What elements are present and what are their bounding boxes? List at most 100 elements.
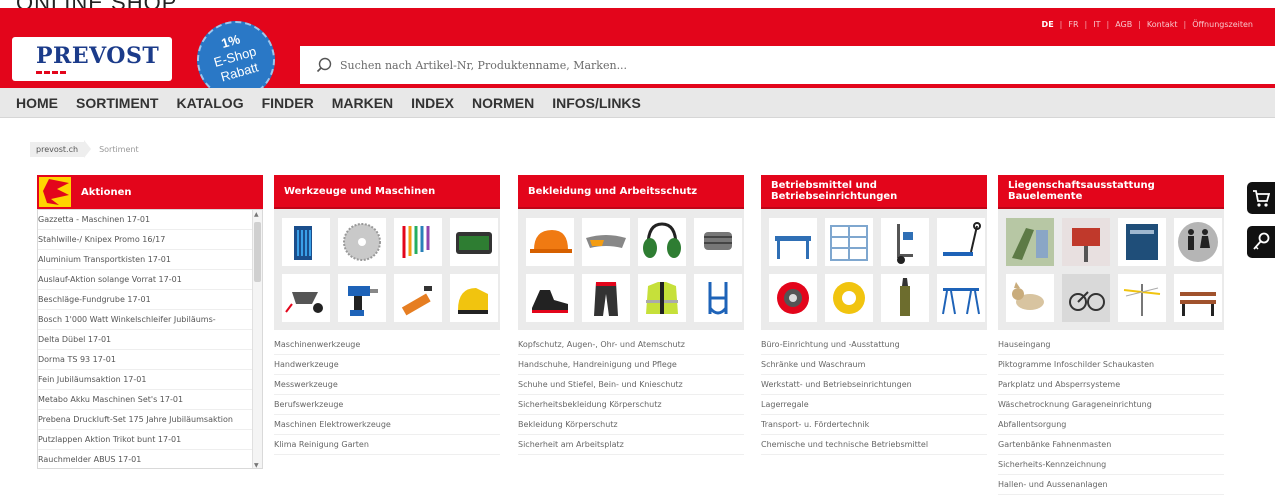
cart-button[interactable]	[1247, 182, 1275, 214]
category-link[interactable]: Klima Reinigung Garten	[274, 435, 500, 455]
category-link[interactable]: Messwerkzeuge	[274, 375, 500, 395]
work-trousers-icon[interactable]	[582, 274, 630, 322]
floor-scrubber-icon[interactable]	[450, 274, 498, 322]
restroom-sign-icon[interactable]	[1174, 218, 1222, 266]
category-link[interactable]: Kopfschutz, Augen-, Ohr- und Atemschutz	[518, 335, 744, 355]
nav-home[interactable]: HOME	[16, 95, 58, 111]
category-title[interactable]: Liegenschaftsausstattung Bauelemente	[998, 175, 1224, 209]
aktionen-item[interactable]: Delta Dübel 17-01	[38, 330, 253, 350]
category-link[interactable]: Chemische und technische Betriebsmittel	[761, 435, 987, 455]
workbench-icon[interactable]	[769, 218, 817, 266]
aktionen-item[interactable]: Auslauf-Aktion solange Vorrat 17-01	[38, 270, 253, 290]
aktionen-item[interactable]: Metabo Akku Maschinen Set's 17-01	[38, 390, 253, 410]
aktionen-item[interactable]: Bosch 1'000 Watt Winkelschleifer Jubiläu…	[38, 310, 253, 330]
category-link[interactable]: Abfallentsorgung	[998, 415, 1224, 435]
aktionen-item[interactable]: Fein Jubiläumsaktion 17-01	[38, 370, 253, 390]
category-title[interactable]: Bekleidung und Arbeitsschutz	[518, 175, 744, 209]
lang-fr-link[interactable]: FR	[1068, 20, 1078, 29]
category-link[interactable]: Sicherheitsbekleidung Körperschutz	[518, 395, 744, 415]
nav-sortiment[interactable]: SORTIMENT	[76, 95, 158, 111]
category-link[interactable]: Gartenbänke Fahnenmasten	[998, 435, 1224, 455]
wheelbarrow-icon[interactable]	[282, 274, 330, 322]
category-link[interactable]: Hauseingang	[998, 335, 1224, 355]
cat-icon[interactable]	[1006, 274, 1054, 322]
aktionen-item[interactable]: Rauchmelder ABUS 17-01	[38, 450, 253, 468]
work-gloves-icon[interactable]	[694, 218, 742, 266]
category-link[interactable]: Sicherheit am Arbeitsplatz	[518, 435, 744, 455]
category-link[interactable]: Handwerkzeuge	[274, 355, 500, 375]
category-link[interactable]: Lagerregale	[761, 395, 987, 415]
kontakt-link[interactable]: Kontakt	[1147, 20, 1178, 29]
category-title[interactable]: Betriebsmittel und Betriebseinrichtungen	[761, 175, 987, 209]
safety-glasses-icon[interactable]	[582, 218, 630, 266]
category-link[interactable]: Hallen- und Aussenanlagen	[998, 475, 1224, 495]
shelving-icon[interactable]	[825, 218, 873, 266]
harness-icon[interactable]	[694, 274, 742, 322]
category-link[interactable]: Maschinenwerkzeuge	[274, 335, 500, 355]
drill-bit-set-icon[interactable]	[282, 218, 330, 266]
category-link[interactable]: Sicherheits-Kennzeichnung	[998, 455, 1224, 475]
category-link[interactable]: Piktogramme Infoschilder Schaukasten	[998, 355, 1224, 375]
prevost-logo[interactable]: PREVOST	[12, 37, 172, 81]
agb-link[interactable]: AGB	[1115, 20, 1132, 29]
entrance-icon[interactable]	[1006, 218, 1054, 266]
lang-it-link[interactable]: IT	[1093, 20, 1100, 29]
aktionen-item[interactable]: Putzlappen Aktion Trikot bunt 17-01	[38, 430, 253, 450]
scrollbar-thumb[interactable]	[254, 222, 261, 282]
category-link[interactable]: Maschinen Elektrowerkzeuge	[274, 415, 500, 435]
tape-roll-icon[interactable]	[825, 274, 873, 322]
hi-vis-jacket-icon[interactable]	[638, 274, 686, 322]
category-link[interactable]: Büro-Einrichtung und -Ausstattung	[761, 335, 987, 355]
ear-muffs-icon[interactable]	[638, 218, 686, 266]
nav-marken[interactable]: MARKEN	[332, 95, 393, 111]
category-link[interactable]: Schränke und Waschraum	[761, 355, 987, 375]
safety-shoe-icon[interactable]	[526, 274, 574, 322]
cart-icon	[1253, 190, 1270, 207]
hand-truck-icon[interactable]	[881, 218, 929, 266]
category-link[interactable]: Schuhe und Stiefel, Bein- und Knieschutz	[518, 375, 744, 395]
trestle-icon[interactable]	[937, 274, 985, 322]
nav-katalog[interactable]: KATALOG	[176, 95, 243, 111]
aktionen-item[interactable]: Prebena Druckluft-Set 175 Jahre Jubiläum…	[38, 410, 253, 430]
multitool-icon[interactable]	[394, 274, 442, 322]
nav-finder[interactable]: FINDER	[262, 95, 314, 111]
category-link[interactable]: Transport- u. Fördertechnik	[761, 415, 987, 435]
sign-post-icon[interactable]	[1062, 218, 1110, 266]
category-link[interactable]: Handschuhe, Handreinigung und Pflege	[518, 355, 744, 375]
hex-key-set-icon[interactable]	[394, 218, 442, 266]
aktionen-item[interactable]: Gazzetta - Maschinen 17-01	[38, 210, 253, 230]
cordless-drill-icon[interactable]	[338, 274, 386, 322]
search-icon[interactable]	[316, 57, 332, 73]
category-link[interactable]: Bekleidung Körperschutz	[518, 415, 744, 435]
cable-reel-icon[interactable]	[769, 274, 817, 322]
mailbox-icon[interactable]	[1118, 218, 1166, 266]
hard-hat-icon[interactable]	[526, 218, 574, 266]
category-link[interactable]: Parkplatz und Absperrsysteme	[998, 375, 1224, 395]
aktionen-item[interactable]: Dorma TS 93 17-01	[38, 350, 253, 370]
category-link[interactable]: Berufswerkzeuge	[274, 395, 500, 415]
oeffnungszeiten-link[interactable]: Öffnungszeiten	[1192, 20, 1253, 29]
aktionen-item[interactable]: Stahlwille-/ Knipex Promo 16/17	[38, 230, 253, 250]
garden-bench-icon[interactable]	[1174, 274, 1222, 322]
aktionen-item[interactable]: Beschläge-Fundgrube 17-01	[38, 290, 253, 310]
search-input[interactable]	[340, 54, 940, 76]
cartridge-icon[interactable]	[881, 274, 929, 322]
nav-normen[interactable]: NORMEN	[472, 95, 534, 111]
nav-infos-links[interactable]: INFOS/LINKS	[552, 95, 641, 111]
nav-index[interactable]: INDEX	[411, 95, 454, 111]
category-link[interactable]: Wäschetrocknung Garageneinrichtung	[998, 395, 1224, 415]
clothes-dryer-icon[interactable]	[1118, 274, 1166, 322]
scroll-down-icon[interactable]: ▼	[254, 462, 259, 468]
aktionen-scrollbar[interactable]: ▲ ▼	[252, 210, 262, 468]
pallet-jack-icon[interactable]	[937, 218, 985, 266]
category-link[interactable]: Werkstatt- und Betriebseinrichtungen	[761, 375, 987, 395]
bicycle-stand-icon[interactable]	[1062, 274, 1110, 322]
scroll-up-icon[interactable]: ▲	[254, 211, 259, 218]
login-button[interactable]	[1247, 226, 1275, 258]
aktionen-item[interactable]: Aluminium Transportkisten 17-01	[38, 250, 253, 270]
socket-case-icon[interactable]	[450, 218, 498, 266]
saw-blade-icon[interactable]	[338, 218, 386, 266]
breadcrumb-home[interactable]: prevost.ch	[30, 141, 85, 157]
lang-de-link[interactable]: DE	[1042, 20, 1054, 29]
category-title[interactable]: Werkzeuge und Maschinen	[274, 175, 500, 209]
